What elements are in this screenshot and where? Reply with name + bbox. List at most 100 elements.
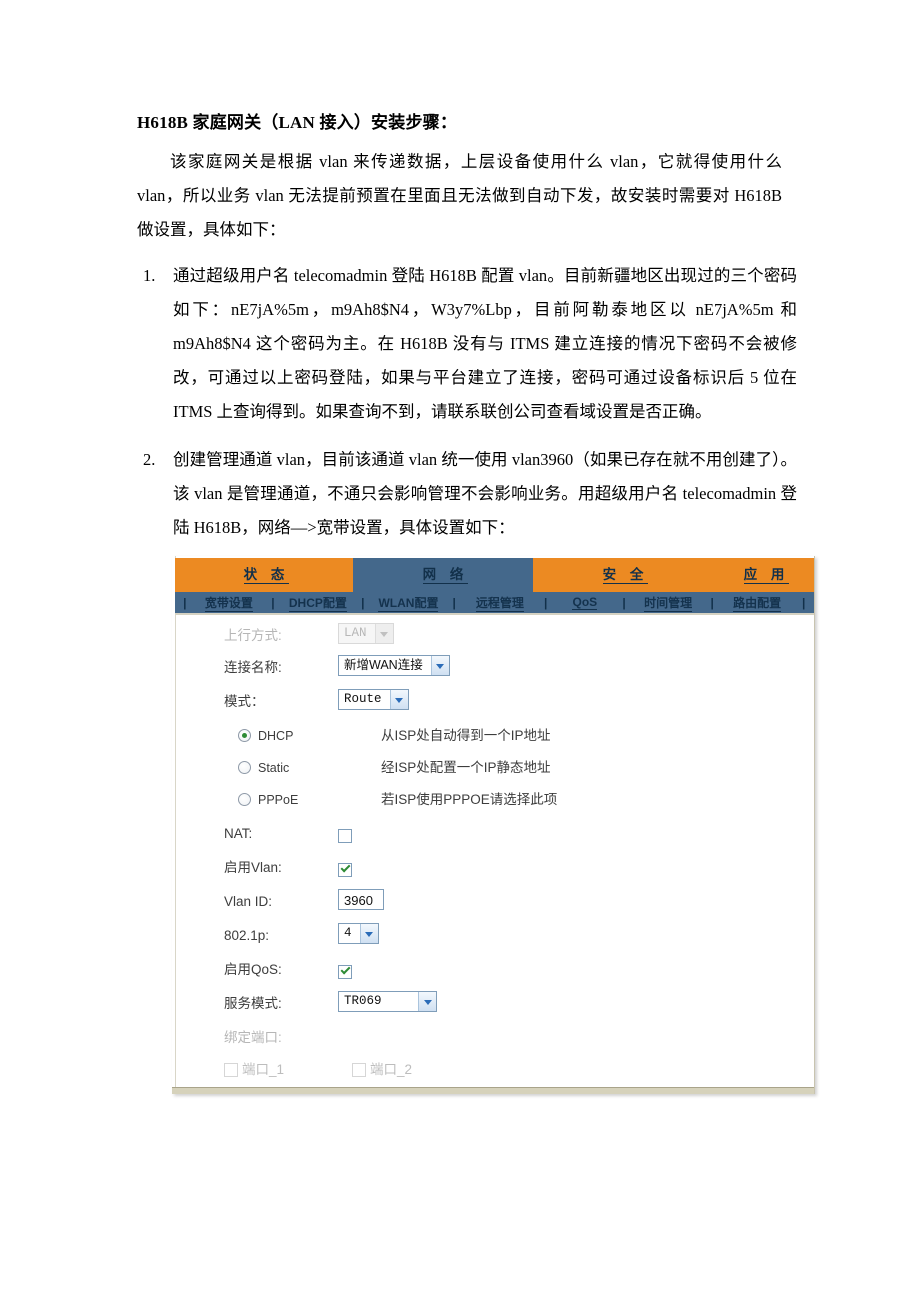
- broadband-settings-form: 上行方式: LAN 连接名称: 新增WAN连接 模式： Route DHCP 从…: [176, 616, 814, 1088]
- enable-qos-label: 启用QoS:: [224, 962, 282, 977]
- router-subnav: | 宽带设置 | DHCP配置 | WLAN配置 | 远程管理 | QoS | …: [175, 592, 814, 613]
- vlan-id-label: Vlan ID:: [224, 894, 273, 909]
- list-marker: 2.: [143, 450, 156, 469]
- chevron-down-icon[interactable]: [418, 992, 436, 1011]
- dot1p-control: 4: [338, 923, 379, 944]
- dot1p-select[interactable]: 4: [338, 923, 379, 944]
- connection-name-value: 新增WAN连接: [344, 658, 423, 672]
- bind-port-label: 绑定端口:: [224, 1030, 282, 1045]
- uplink-mode-label: 上行方式:: [224, 628, 282, 643]
- list-marker: 1.: [143, 266, 156, 285]
- subnav-item-qos-label: QoS: [572, 595, 598, 610]
- field-row-service-mode: 服务模式: TR069: [176, 988, 814, 1020]
- service-mode-label: 服务模式:: [224, 996, 282, 1011]
- subnav-item-wlan[interactable]: WLAN配置: [373, 594, 445, 612]
- nat-label: NAT:: [224, 826, 253, 841]
- nat-checkbox[interactable]: [338, 828, 352, 843]
- subnav-separator: |: [710, 595, 714, 610]
- field-row-uplink-mode: 上行方式: LAN: [176, 620, 814, 652]
- radio-static-description: 经ISP处配置一个IP静态地址: [381, 760, 551, 775]
- subnav-separator: |: [183, 595, 187, 610]
- tab-network[interactable]: 网 络: [353, 558, 533, 592]
- port-2-cell: 端口_2: [352, 1054, 412, 1086]
- radio-pppoe-label: PPPoE: [258, 793, 299, 807]
- radio-static-label: Static: [258, 761, 290, 775]
- uplink-mode-value: LAN: [344, 626, 367, 640]
- chevron-down-icon: [374, 624, 393, 643]
- subnav-item-remote-management-label: 远程管理: [475, 595, 524, 612]
- subnav-separator: |: [452, 595, 456, 610]
- field-row-connection-name: 连接名称: 新增WAN连接: [176, 652, 814, 684]
- enable-qos-checkbox[interactable]: [338, 964, 352, 979]
- field-row-bind-port: 绑定端口:: [176, 1022, 814, 1054]
- enable-qos-control: [338, 963, 352, 981]
- chevron-down-icon[interactable]: [359, 924, 378, 943]
- tab-security-label: 安 全: [602, 567, 649, 584]
- field-row-mode: 模式： Route: [176, 686, 814, 718]
- subnav-separator: |: [801, 595, 806, 610]
- subnav-item-time-management[interactable]: 时间管理: [634, 594, 703, 612]
- connection-name-select[interactable]: 新增WAN连接: [338, 655, 450, 676]
- intro-paragraph: 该家庭网关是根据 vlan 来传递数据，上层设备使用什么 vlan，它就得使用什…: [137, 152, 782, 239]
- radio-dhcp-description: 从ISP处自动得到一个IP地址: [381, 728, 551, 743]
- tab-application-label: 应 用: [743, 567, 790, 584]
- enable-vlan-label: 启用Vlan:: [224, 860, 282, 875]
- step-list-item-1-wrapper: 1. 通过超级用户名 telecomadmin 登陆 H618B 配置 vlan…: [137, 259, 797, 429]
- port-1-checkbox: [224, 1063, 238, 1078]
- list-item: 2. 创建管理通道 vlan，目前该通道 vlan 统一使用 vlan3960（…: [137, 443, 797, 545]
- vlan-id-control: 3960: [338, 889, 384, 910]
- tab-status-label: 状 态: [243, 567, 290, 584]
- service-mode-select[interactable]: TR069: [338, 991, 437, 1012]
- subnav-item-dhcp[interactable]: DHCP配置: [283, 594, 353, 612]
- radio-row-dhcp[interactable]: DHCP 从ISP处自动得到一个IP地址: [176, 720, 814, 752]
- tab-security[interactable]: 安 全: [533, 558, 713, 592]
- chevron-down-icon[interactable]: [389, 690, 408, 709]
- subnav-item-routing[interactable]: 路由配置: [722, 594, 792, 612]
- radio-row-pppoe[interactable]: PPPoE 若ISP使用PPPOE请选择此项: [176, 784, 814, 816]
- screenshot-bottom-edge: [172, 1087, 814, 1094]
- enable-vlan-control: [338, 861, 352, 879]
- field-row-enable-qos: 启用QoS:: [176, 954, 814, 986]
- embedded-router-screenshot: 状 态 网 络 安 全 应 用 | 宽带设置 | DHCP配置 | WLAN配置…: [172, 556, 815, 1094]
- tab-network-label: 网 络: [422, 567, 469, 584]
- list-item: 1. 通过超级用户名 telecomadmin 登陆 H618B 配置 vlan…: [137, 259, 797, 429]
- subnav-separator: |: [361, 595, 365, 610]
- page-title: H618B 家庭网关（LAN 接入）安装步骤：: [137, 113, 458, 132]
- field-row-nat: NAT:: [176, 818, 814, 850]
- radio-dhcp[interactable]: [238, 729, 251, 742]
- subnav-item-broadband-label: 宽带设置: [204, 595, 253, 612]
- field-row-vlan-id: Vlan ID: 3960: [176, 886, 814, 918]
- radio-static[interactable]: [238, 761, 251, 774]
- subnav-item-broadband[interactable]: 宽带设置: [195, 594, 264, 612]
- radio-row-static[interactable]: Static 经ISP处配置一个IP静态地址: [176, 752, 814, 784]
- port-1-label: 端口_1: [242, 1062, 285, 1077]
- connection-name-label: 连接名称:: [224, 660, 282, 675]
- radio-pppoe[interactable]: [238, 793, 251, 806]
- uplink-mode-select: LAN: [338, 623, 394, 644]
- tab-application[interactable]: 应 用: [713, 558, 814, 592]
- subnav-item-routing-label: 路由配置: [733, 595, 782, 612]
- vlan-id-input[interactable]: 3960: [338, 889, 384, 910]
- mode-label: 模式：: [224, 694, 265, 709]
- tab-status[interactable]: 状 态: [175, 558, 353, 592]
- document-page: H618B 家庭网关（LAN 接入）安装步骤： 该家庭网关是根据 vlan 来传…: [0, 0, 920, 1302]
- radio-dhcp-label: DHCP: [258, 729, 294, 743]
- service-mode-value: TR069: [344, 994, 382, 1008]
- subnav-separator: |: [622, 595, 626, 610]
- router-main-tabbar: 状 态 网 络 安 全 应 用: [175, 558, 814, 592]
- step-list-item-2-wrapper: 2. 创建管理通道 vlan，目前该通道 vlan 统一使用 vlan3960（…: [137, 443, 797, 545]
- subnav-item-wlan-label: WLAN配置: [378, 595, 439, 612]
- subnav-item-remote-management[interactable]: 远程管理: [464, 594, 536, 612]
- mode-value: Route: [344, 692, 382, 706]
- enable-vlan-checkbox[interactable]: [338, 862, 352, 877]
- subnav-item-dhcp-label: DHCP配置: [288, 595, 347, 612]
- chevron-down-icon[interactable]: [430, 656, 449, 675]
- nat-control: [338, 827, 352, 845]
- field-row-enable-vlan: 启用Vlan:: [176, 852, 814, 884]
- radio-pppoe-description: 若ISP使用PPPOE请选择此项: [381, 792, 558, 807]
- service-mode-control: TR069: [338, 991, 437, 1012]
- subnav-item-qos[interactable]: QoS: [555, 595, 614, 610]
- dot1p-label: 802.1p:: [224, 928, 270, 943]
- mode-select[interactable]: Route: [338, 689, 409, 710]
- subnav-item-time-management-label: 时间管理: [644, 595, 693, 612]
